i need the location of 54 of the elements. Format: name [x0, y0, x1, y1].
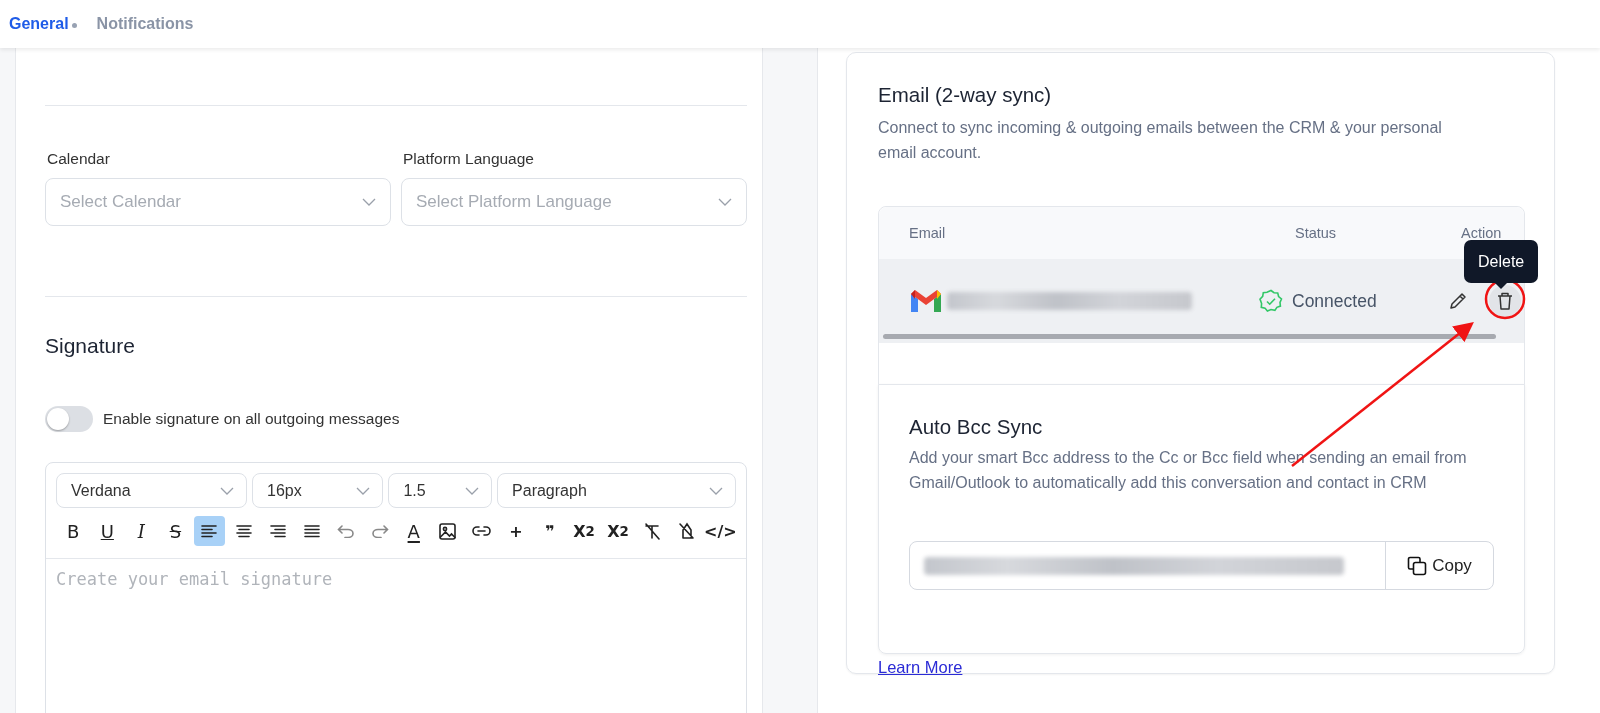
select-dropdown[interactable]: 1.5 [388, 473, 493, 508]
mail-logo-icon [909, 288, 943, 314]
redo-icon [370, 524, 389, 538]
format-button[interactable]: U [92, 516, 123, 546]
align-left-button[interactable] [194, 516, 225, 546]
section-description: Connect to sync incoming & outgoing emails between the CRM & your personal email account. [878, 118, 1443, 163]
section-description: Add your smart Bcc address to the Cc or Bcc field when sending an email from Gmail/Outlook to automatically add this conversation and contact in CRM [909, 448, 1468, 493]
field-label: Platform Language [402, 150, 535, 168]
column-header: Email [909, 225, 947, 241]
link-icon [472, 525, 492, 537]
chevron-icon [465, 486, 480, 495]
image-icon [439, 522, 457, 540]
tab[interactable]: General [9, 15, 77, 33]
select-dropdown[interactable]: Paragraph [497, 473, 736, 508]
section-title: Email (2-way sync) [878, 83, 1053, 107]
scrollbar[interactable] [883, 334, 1496, 339]
format-button[interactable]: + [500, 516, 532, 546]
chevron-icon [356, 486, 371, 495]
format-button[interactable]: S [160, 516, 191, 546]
column-header: Status [1295, 225, 1338, 241]
format-button[interactable]: ❞ [534, 516, 566, 546]
toggle-label: Enable signature on all outgoing messages [103, 410, 400, 428]
chevron-icon [718, 198, 732, 206]
copy-button[interactable]: Copy [1385, 542, 1493, 589]
align-right-icon [269, 524, 286, 538]
pencil-icon [1448, 291, 1468, 311]
trash-icon [1496, 291, 1514, 311]
justify-icon [303, 524, 320, 538]
verified-badge-icon [1259, 289, 1283, 313]
toggle-switch[interactable] [45, 406, 93, 432]
select-dropdown[interactable]: 16px [252, 473, 384, 508]
status-text: Connected [1292, 290, 1377, 312]
section-title: Auto Bcc Sync [909, 415, 1044, 439]
format-button[interactable]: A [398, 516, 429, 546]
format-button[interactable]: B [58, 516, 89, 546]
column-header: Action [1460, 225, 1503, 241]
format-button[interactable]: </> [704, 516, 736, 546]
align-center-icon [235, 524, 252, 538]
chevron-icon [362, 198, 376, 206]
chevron-icon [220, 486, 235, 495]
field-label: Calendar [46, 150, 111, 168]
copy-icon [1407, 555, 1428, 576]
chevron-icon [709, 486, 723, 495]
select-dropdown[interactable]: Verdana [56, 473, 248, 508]
address-field[interactable]: Copy [909, 541, 1494, 590]
format-button[interactable]: I [126, 516, 157, 546]
delete-button[interactable] [1489, 285, 1521, 317]
learn-more-link[interactable]: Learn More [878, 658, 963, 677]
section-title: Signature [45, 334, 136, 358]
align-left-icon [201, 524, 218, 538]
tooltip: Delete [1464, 240, 1539, 289]
eraser-icon [677, 522, 695, 540]
clear-format-icon [643, 522, 661, 540]
undo-icon [336, 524, 355, 538]
